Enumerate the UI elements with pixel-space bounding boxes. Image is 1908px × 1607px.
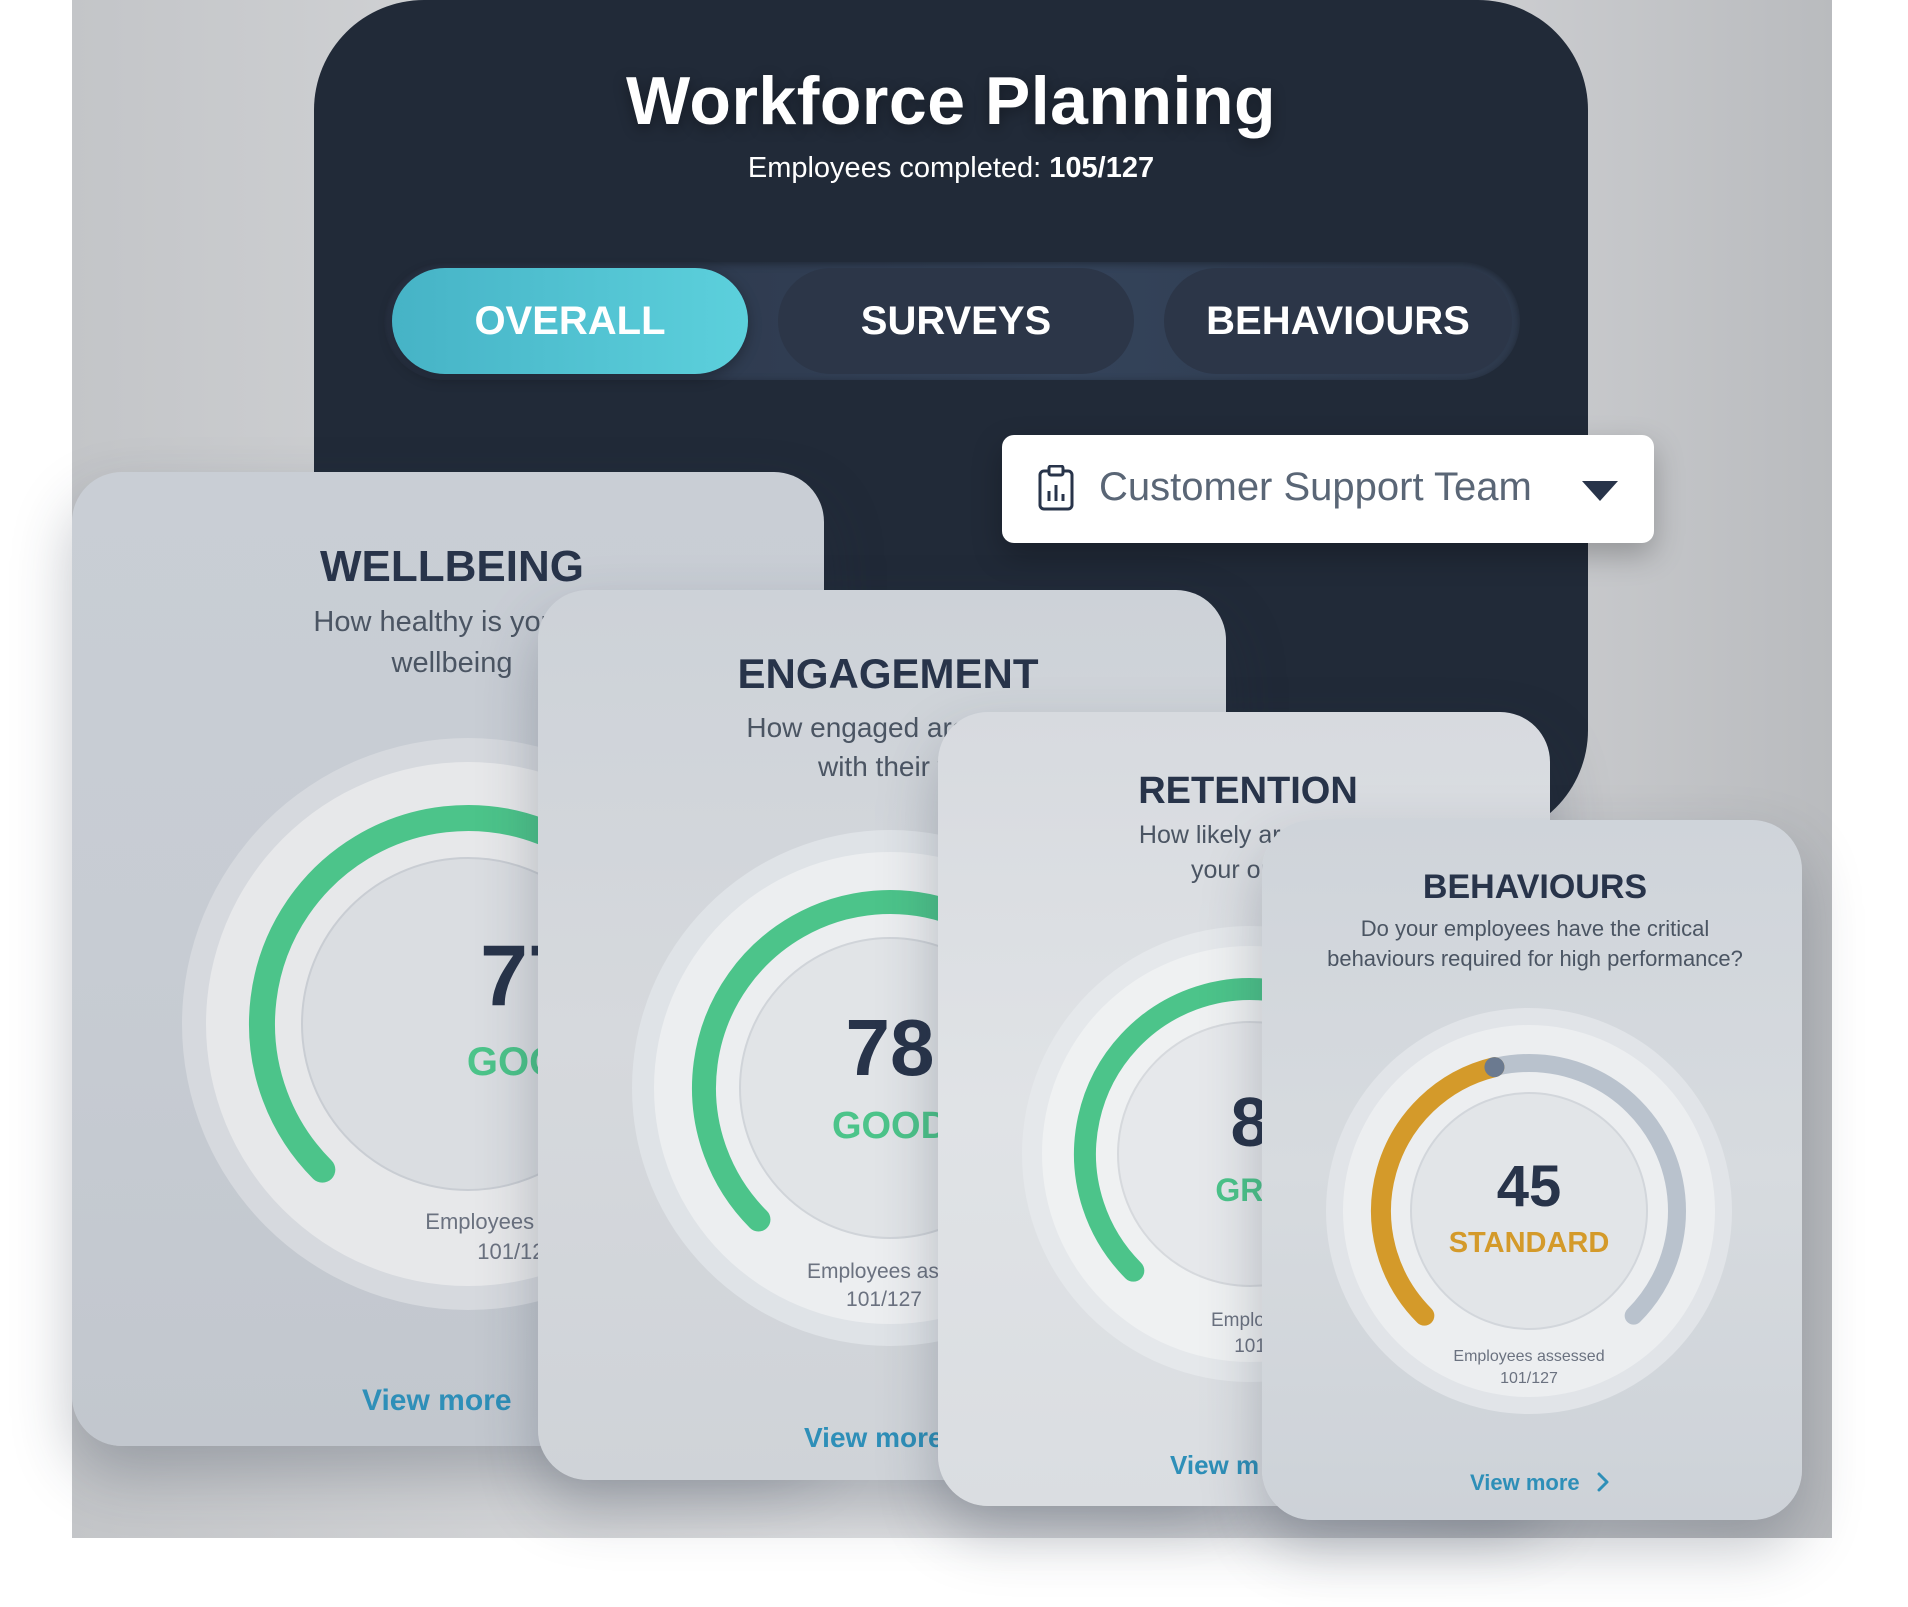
employees-completed-label: Employees completed: bbox=[747, 152, 1050, 184]
tab-behaviours[interactable]: BEHAVIOURS bbox=[1164, 268, 1512, 374]
team-select[interactable]: Customer Support Team bbox=[1002, 435, 1654, 543]
card-title: BEHAVIOURS bbox=[1422, 868, 1648, 906]
employees-completed-value: 105/127 bbox=[1049, 152, 1155, 184]
score-rating: STANDARD bbox=[1448, 1227, 1610, 1259]
card-description: Do your employees have the critical beha… bbox=[1262, 914, 1802, 975]
page-title: Workforce Planning bbox=[625, 63, 1277, 139]
employees-assessed-label: Employees assessed bbox=[1453, 1348, 1605, 1365]
chevron-right-icon bbox=[1597, 1472, 1609, 1492]
card-title: WELLBEING bbox=[320, 542, 584, 591]
view-more-link[interactable]: View more bbox=[804, 1422, 944, 1454]
team-select-value: Customer Support Team bbox=[1099, 465, 1532, 509]
employees-assessed-value: 101/127 bbox=[1500, 1369, 1558, 1387]
gauge-knob bbox=[1484, 1057, 1505, 1078]
chevron-down-icon bbox=[1582, 481, 1618, 501]
tab-bar: OVERALL SURVEYS BEHAVIOURS bbox=[384, 262, 1520, 380]
tab-surveys[interactable]: SURVEYS bbox=[778, 268, 1134, 374]
score-value: 45 bbox=[1496, 1154, 1562, 1219]
card-title: ENGAGEMENT bbox=[737, 650, 1039, 697]
view-more-link[interactable]: View m bbox=[1170, 1450, 1259, 1481]
clipboard-chart-icon bbox=[1038, 465, 1074, 511]
tab-overall[interactable]: OVERALL bbox=[392, 268, 748, 374]
employees-completed: Employees completed: 105/127 bbox=[314, 152, 1588, 185]
view-more-label: View more bbox=[1470, 1470, 1580, 1495]
view-more-link[interactable]: View more bbox=[1470, 1470, 1610, 1496]
card-title: RETENTION bbox=[1138, 770, 1358, 812]
card-description-line: behaviours required for high performance… bbox=[1327, 946, 1743, 972]
employees-assessed: Employees assessed 101/127 bbox=[1379, 1346, 1679, 1389]
card-description-line: Do your employees have the critical bbox=[1360, 916, 1710, 941]
behaviours-card: BEHAVIOURS Do your employees have the cr… bbox=[1262, 820, 1802, 1520]
view-more-link[interactable]: View more bbox=[362, 1384, 512, 1418]
